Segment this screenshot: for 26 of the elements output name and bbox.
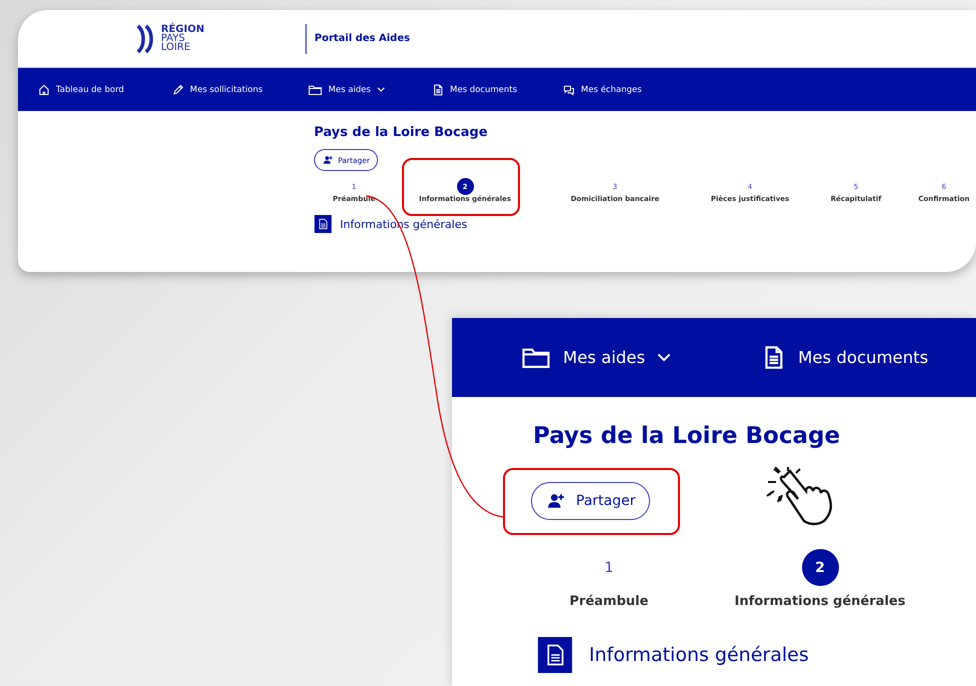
page-title: Pays de la Loire Bocage — [533, 423, 842, 449]
document-icon — [537, 637, 573, 673]
document-icon — [432, 84, 444, 96]
nav-link[interactable]: Mes aides — [521, 345, 672, 370]
document-icon — [314, 215, 332, 233]
nav-link[interactable]: Mes sollicitations — [172, 84, 308, 96]
nav-link[interactable]: Mes documents — [432, 84, 563, 96]
step-number[interactable]: 1 — [590, 549, 628, 586]
section-title: Informations générales — [589, 644, 809, 666]
page-title: Pays de la Loire Bocage — [314, 125, 489, 140]
home-icon — [38, 84, 50, 96]
folder-icon — [308, 84, 322, 96]
logo-text: RÉGION PAYS LOIRE — [161, 25, 204, 52]
nav-link[interactable]: Mes échanges — [563, 84, 683, 96]
step-number[interactable]: 2 — [802, 549, 838, 586]
person-add-icon — [547, 492, 565, 510]
pen-icon — [172, 84, 184, 96]
step-label[interactable]: Informations générales — [734, 594, 906, 609]
nav-link[interactable]: Mes documents — [761, 345, 928, 370]
share-button[interactable]: Partager — [531, 482, 650, 520]
chat-icon — [563, 84, 575, 96]
person-add-icon — [323, 155, 333, 165]
nav-link[interactable]: Tableau de bord — [38, 84, 172, 96]
nav-link[interactable]: Mes aides — [308, 84, 432, 96]
step-label[interactable]: Préambule — [570, 594, 648, 609]
site-title: Portail des Aides — [314, 33, 410, 44]
